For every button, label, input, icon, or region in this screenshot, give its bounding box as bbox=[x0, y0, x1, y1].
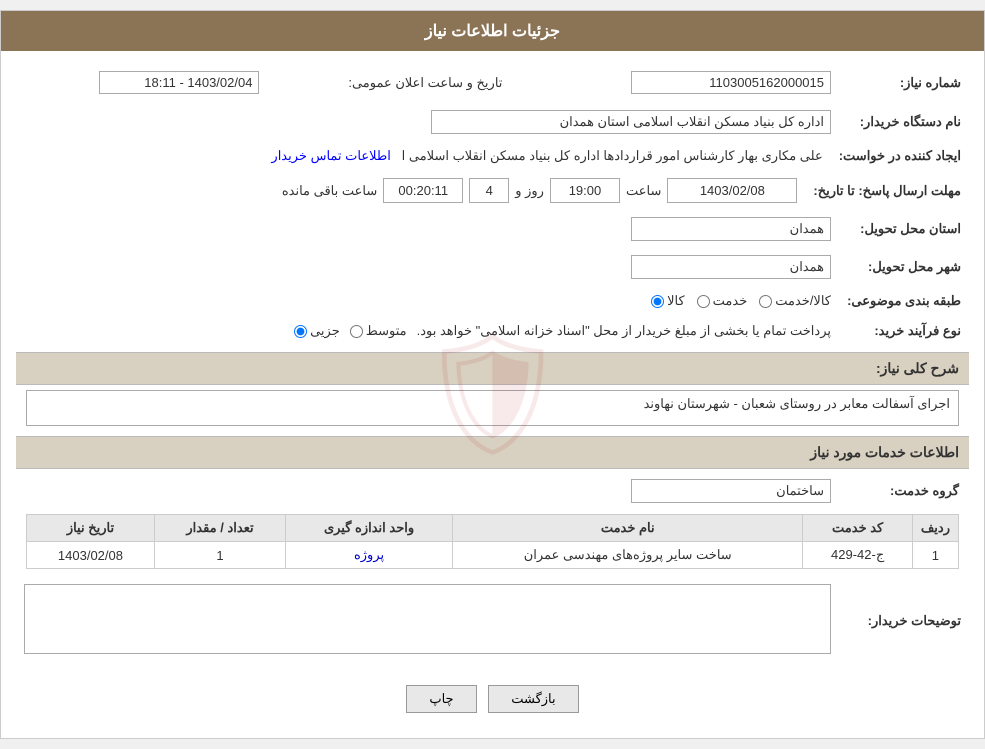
radio-kala-khadamat[interactable]: کالا/خدمت bbox=[759, 293, 831, 309]
button-bar: بازگشت چاپ bbox=[16, 670, 969, 723]
cell-date: 1403/02/08 bbox=[27, 542, 155, 569]
tozihat-label: توضیحات خریدار: bbox=[839, 579, 969, 662]
sharh-value: اجرای آسفالت معابر در روستای شعبان - شهر… bbox=[26, 390, 959, 426]
print-button[interactable]: چاپ bbox=[406, 685, 476, 713]
table-row: 1ج-42-429ساخت سایر پروژه‌های مهندسی عمرا… bbox=[27, 542, 959, 569]
col-unit: واحد اندازه گیری bbox=[286, 515, 453, 542]
ostan-value: همدان bbox=[631, 217, 831, 241]
radio-khadamat[interactable]: خدمت bbox=[697, 293, 748, 309]
tarikh-aalan-label: تاریخ و ساعت اعلان عمومی: bbox=[267, 66, 510, 99]
back-button[interactable]: بازگشت bbox=[488, 685, 578, 713]
radio-kala[interactable]: کالا bbox=[651, 293, 685, 309]
mohlat-label: مهلت ارسال پاسخ: تا تاریخ: bbox=[805, 173, 969, 208]
nooe-detail: پرداخت تمام یا بخشی از مبلغ خریدار از مح… bbox=[417, 323, 831, 339]
cell-code: ج-42-429 bbox=[803, 542, 912, 569]
sharh-label: شرح کلی نیاز: bbox=[876, 360, 959, 376]
col-count: تعداد / مقدار bbox=[154, 515, 285, 542]
radio-kala-label: کالا bbox=[667, 293, 685, 309]
services-table: ردیف کد خدمت نام خدمت واحد اندازه گیری ت… bbox=[26, 514, 959, 569]
radio-jozii-input[interactable] bbox=[294, 325, 307, 338]
remaining-value: 00:20:11 bbox=[383, 178, 463, 203]
shomara-niaz-value: 1103005162000015 bbox=[631, 71, 831, 94]
group-value: ساختمان bbox=[631, 479, 831, 503]
time-label: ساعت bbox=[626, 183, 661, 199]
col-date: تاریخ نیاز bbox=[27, 515, 155, 542]
radio-khadamat-input[interactable] bbox=[697, 295, 710, 308]
info-services-header: اطلاعات خدمات مورد نیاز bbox=[16, 436, 969, 469]
radio-motevaset[interactable]: متوسط bbox=[350, 323, 407, 339]
cell-name: ساخت سایر پروژه‌های مهندسی عمران bbox=[453, 542, 803, 569]
ijad-label: ایجاد کننده در خواست: bbox=[831, 143, 969, 169]
group-label: گروه خدمت: bbox=[839, 474, 969, 508]
cell-radif: 1 bbox=[912, 542, 958, 569]
tarikh-aalan-value: 1403/02/04 - 18:11 bbox=[99, 71, 259, 94]
header-title: جزئیات اطلاعات نیاز bbox=[425, 23, 560, 40]
radio-motevaset-label: متوسط bbox=[366, 323, 407, 339]
roz-label: روز و bbox=[515, 183, 544, 199]
tozihat-input[interactable] bbox=[24, 584, 831, 654]
shahr-label: شهر محل تحویل: bbox=[839, 250, 969, 284]
radio-khadamat-label: خدمت bbox=[713, 293, 748, 309]
page-header: جزئیات اطلاعات نیاز bbox=[1, 11, 984, 51]
radio-jozii-label: جزیی bbox=[310, 323, 340, 339]
radio-kala-khadamat-label: کالا/خدمت bbox=[775, 293, 831, 309]
cell-count: 1 bbox=[154, 542, 285, 569]
time-value: 19:00 bbox=[550, 178, 620, 203]
radio-jozii[interactable]: جزیی bbox=[294, 323, 340, 339]
nooe-label: نوع فرآیند خرید: bbox=[839, 318, 969, 344]
shahr-value: همدان bbox=[631, 255, 831, 279]
radio-motevaset-input[interactable] bbox=[350, 325, 363, 338]
col-radif: ردیف bbox=[912, 515, 958, 542]
contact-link[interactable]: اطلاعات تماس خریدار bbox=[271, 148, 390, 163]
nam-dastgah-value: اداره کل بنیاد مسکن انقلاب اسلامی استان … bbox=[431, 110, 831, 134]
cell-unit: پروژه bbox=[286, 542, 453, 569]
col-name: نام خدمت bbox=[453, 515, 803, 542]
tabaqe-label: طبقه بندی موضوعی: bbox=[839, 288, 969, 314]
ijad-value: علی مکاری بهار کارشناس امور قراردادها اد… bbox=[402, 148, 823, 163]
remaining-label: ساعت باقی مانده bbox=[282, 183, 377, 199]
sharh-header: شرح کلی نیاز: bbox=[16, 352, 969, 385]
radio-kala-khadamat-input[interactable] bbox=[759, 295, 772, 308]
ostan-label: استان محل تحویل: bbox=[839, 212, 969, 246]
shomara-niaz-label: شماره نیاز: bbox=[839, 66, 969, 99]
col-code: کد خدمت bbox=[803, 515, 912, 542]
radio-kala-input[interactable] bbox=[651, 295, 664, 308]
roz-value: 4 bbox=[469, 178, 509, 203]
nam-dastgah-label: نام دستگاه خریدار: bbox=[839, 105, 969, 139]
date-value: 1403/02/08 bbox=[667, 178, 797, 203]
